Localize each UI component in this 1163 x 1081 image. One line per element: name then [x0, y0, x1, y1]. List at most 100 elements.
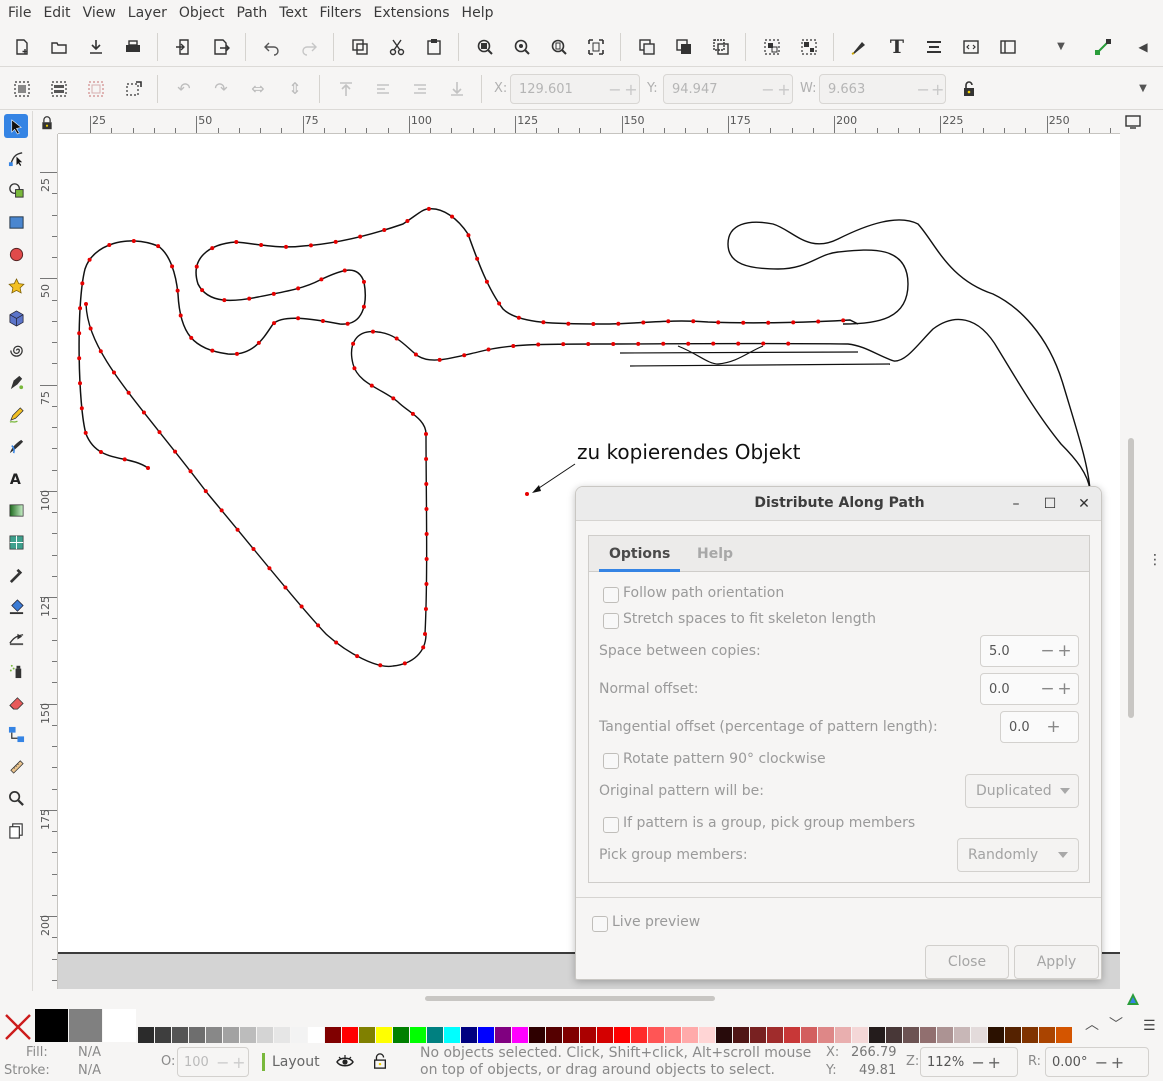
palette-swatch[interactable]: [291, 1027, 307, 1043]
path-node[interactable]: [382, 228, 387, 233]
path-node[interactable]: [235, 527, 240, 532]
dialog-titlebar[interactable]: Distribute Along Path – ☐ ✕: [576, 487, 1101, 521]
pencil-tool-icon[interactable]: [4, 402, 28, 426]
node-tool-icon[interactable]: [4, 146, 28, 170]
palette-swatch[interactable]: [155, 1027, 171, 1043]
menu-file[interactable]: File: [2, 0, 37, 26]
path-node[interactable]: [234, 240, 239, 245]
path-node[interactable]: [736, 341, 741, 346]
tangential-offset-spin[interactable]: +: [1000, 711, 1079, 743]
palette-swatch[interactable]: [988, 1027, 1004, 1043]
path-node[interactable]: [421, 645, 426, 650]
path-node[interactable]: [641, 320, 646, 325]
path-node[interactable]: [210, 348, 215, 353]
path-node[interactable]: [210, 246, 215, 251]
menu-object[interactable]: Object: [173, 0, 231, 26]
normal-decrement-icon[interactable]: −: [1039, 679, 1056, 699]
swatch-gray[interactable]: [69, 1009, 102, 1042]
path-node[interactable]: [361, 304, 366, 309]
mesh-tool-icon[interactable]: [4, 530, 28, 554]
palette-swatch[interactable]: [376, 1027, 392, 1043]
tangential-increment-icon[interactable]: +: [1045, 717, 1062, 737]
palette-swatch[interactable]: [1005, 1027, 1021, 1043]
space-decrement-icon[interactable]: −: [1039, 641, 1056, 661]
unlink-clone-icon[interactable]: [708, 34, 734, 60]
palette-swatch[interactable]: [495, 1027, 511, 1043]
text-tool-icon[interactable]: A: [4, 466, 28, 490]
path-node[interactable]: [122, 457, 127, 462]
palette-swatch[interactable]: [308, 1027, 324, 1043]
path-node[interactable]: [189, 335, 194, 340]
palette-swatch[interactable]: [512, 1027, 528, 1043]
path-node[interactable]: [175, 288, 180, 293]
tab-help[interactable]: Help: [687, 536, 743, 572]
apply-button[interactable]: Apply: [1014, 945, 1099, 979]
stretch-spaces-checkbox[interactable]: [603, 613, 619, 629]
path-node[interactable]: [77, 331, 82, 336]
path-node[interactable]: [497, 301, 502, 306]
y-decrement-icon[interactable]: −: [760, 80, 776, 99]
rectangle-tool-icon[interactable]: [4, 210, 28, 234]
document-properties-icon[interactable]: [995, 34, 1021, 60]
zoom-spin[interactable]: 112% − +: [920, 1047, 1018, 1077]
new-document-icon[interactable]: [9, 34, 35, 60]
path-node[interactable]: [437, 357, 442, 362]
path-node[interactable]: [462, 353, 467, 358]
path-node[interactable]: [107, 242, 112, 247]
clone-icon[interactable]: [671, 34, 697, 60]
path-node[interactable]: [466, 233, 471, 238]
palette-swatch[interactable]: [461, 1027, 477, 1043]
path-node[interactable]: [200, 288, 205, 293]
path-node[interactable]: [426, 206, 431, 211]
path-node[interactable]: [316, 623, 321, 628]
path-node[interactable]: [711, 341, 716, 346]
path-node[interactable]: [146, 466, 150, 470]
vertical-scrollbar[interactable]: [1128, 438, 1134, 718]
connector-tool-icon[interactable]: [4, 722, 28, 746]
path-node[interactable]: [516, 315, 521, 320]
vertical-ruler[interactable]: 25 50 75 100 125 150 175 200: [36, 134, 58, 989]
zoom-in-icon[interactable]: +: [986, 1053, 1002, 1072]
rotation-decrement-icon[interactable]: −: [1093, 1053, 1109, 1072]
ellipse-tool-icon[interactable]: [4, 242, 28, 266]
palette-swatch[interactable]: [393, 1027, 409, 1043]
menu-filters[interactable]: Filters: [314, 0, 368, 26]
rotate-cw-icon[interactable]: ↷: [208, 76, 234, 102]
path-node[interactable]: [761, 341, 766, 346]
fill-stroke-icon[interactable]: [846, 34, 872, 60]
more-commands-icon[interactable]: ▼: [1048, 34, 1074, 60]
path-node[interactable]: [308, 243, 313, 248]
close-button[interactable]: Close: [925, 945, 1009, 979]
import-icon[interactable]: [171, 34, 197, 60]
current-layer-name[interactable]: Layout: [272, 1054, 320, 1070]
lock-proportions-icon[interactable]: [956, 76, 982, 102]
path-node[interactable]: [424, 557, 429, 562]
palette-swatch[interactable]: [1022, 1027, 1038, 1043]
group-icon[interactable]: [759, 34, 785, 60]
rotate-pattern-checkbox[interactable]: [603, 753, 619, 769]
palette-swatch[interactable]: [971, 1027, 987, 1043]
path-node[interactable]: [541, 320, 546, 325]
path-node[interactable]: [661, 341, 666, 346]
normal-offset-input[interactable]: [981, 681, 1039, 697]
palette-swatch[interactable]: [818, 1027, 834, 1043]
color-manage-icon[interactable]: [1125, 991, 1141, 1007]
path-node[interactable]: [586, 342, 591, 347]
path-node[interactable]: [284, 244, 289, 249]
path-node[interactable]: [424, 532, 429, 537]
path-node[interactable]: [157, 430, 162, 435]
path-node[interactable]: [369, 383, 374, 388]
path-node[interactable]: [194, 264, 199, 269]
path-node[interactable]: [423, 632, 427, 636]
path-node[interactable]: [173, 449, 178, 454]
close-window-icon[interactable]: ✕: [1073, 493, 1095, 515]
paste-icon[interactable]: [421, 34, 447, 60]
path-node[interactable]: [131, 238, 136, 243]
zoom-tool-icon[interactable]: [4, 786, 28, 810]
path-node[interactable]: [234, 351, 239, 356]
path-node[interactable]: [394, 336, 399, 341]
palette-swatch[interactable]: [716, 1027, 732, 1043]
3d-box-tool-icon[interactable]: [4, 306, 28, 330]
path-node[interactable]: [370, 329, 375, 334]
zoom-drawing-icon[interactable]: [509, 34, 535, 60]
